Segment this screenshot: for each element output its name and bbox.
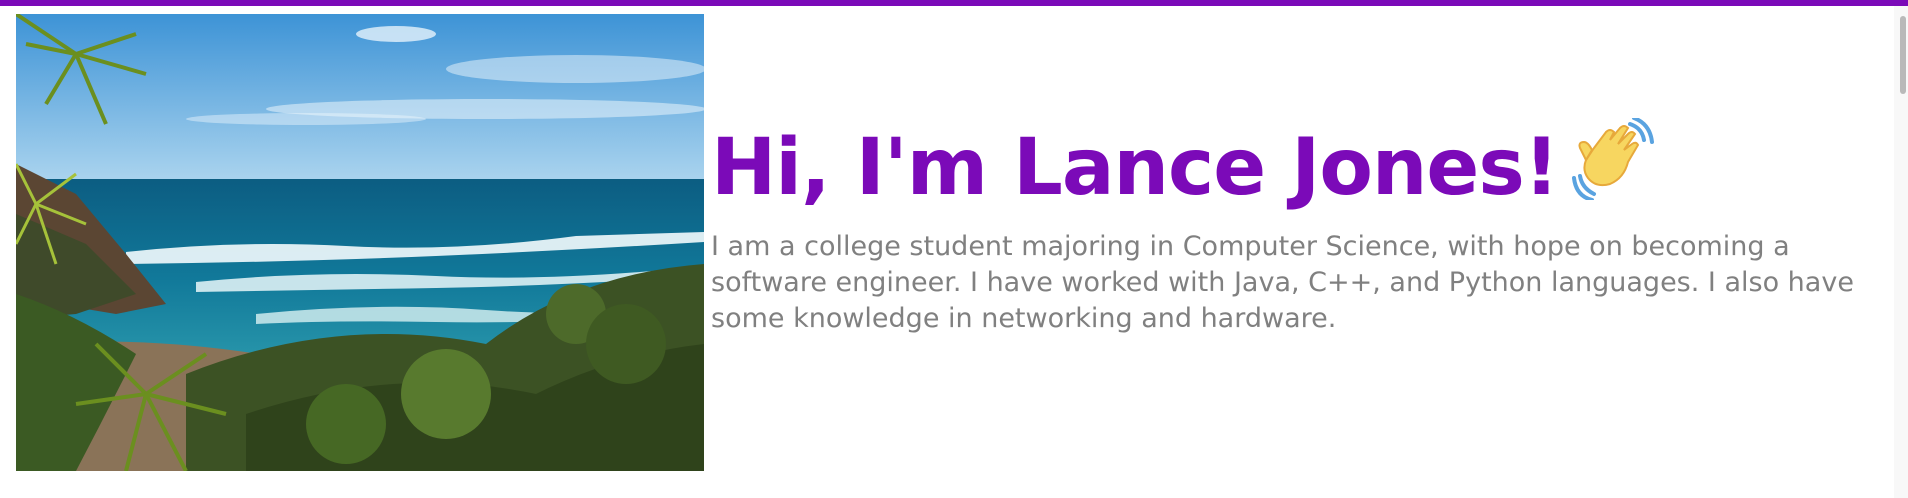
heading-text: Hi, I'm Lance Jones! [711,123,1559,213]
beach-landscape-image [16,14,704,471]
top-accent-bar [0,0,1908,6]
page: Hi, I'm Lance Jones! I am a college stud… [0,0,1908,498]
scrollbar-track[interactable] [1894,6,1908,498]
intro-section: Hi, I'm Lance Jones! I am a college stud… [711,116,1881,337]
scrollbar-thumb[interactable] [1900,16,1906,94]
bio-text: I am a college student majoring in Compu… [711,231,1854,334]
waving-hand-icon [1572,116,1655,202]
page-title: Hi, I'm Lance Jones! [711,116,1881,213]
